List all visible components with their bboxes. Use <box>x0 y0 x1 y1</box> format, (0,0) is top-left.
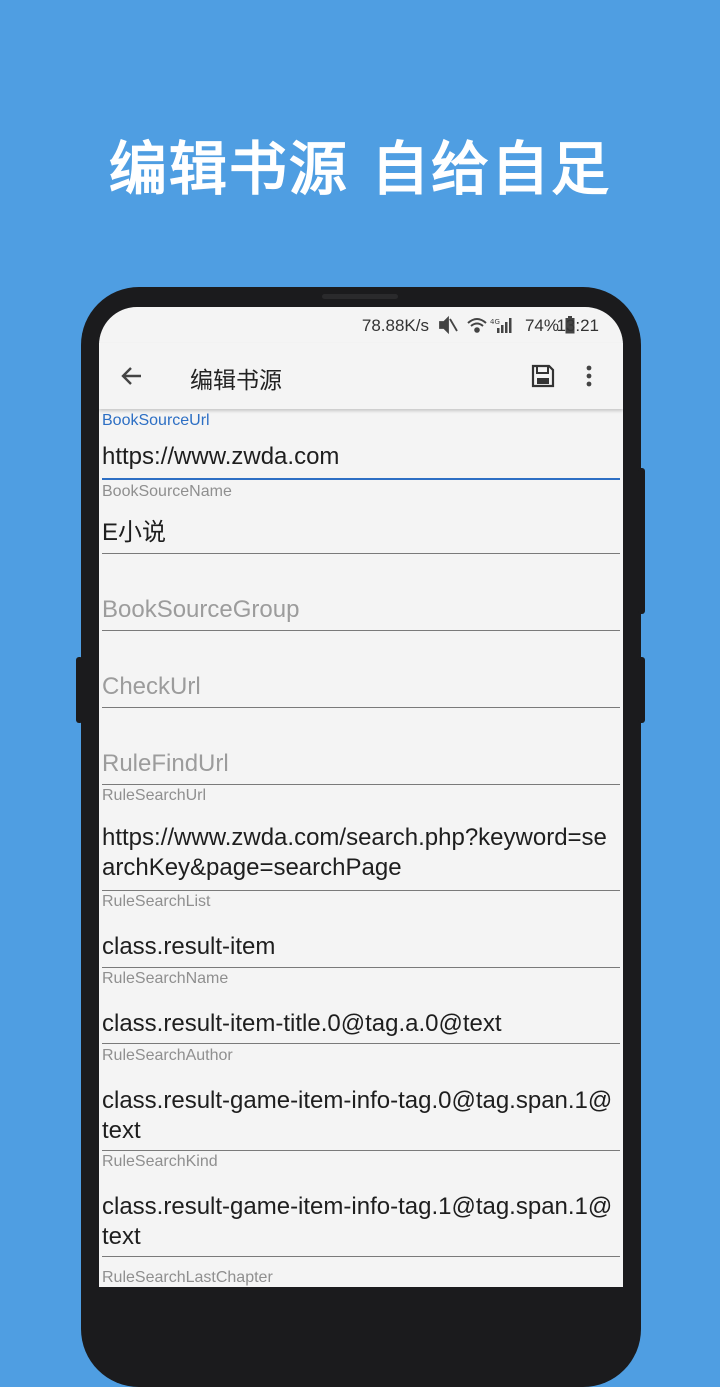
field-label: RuleSearchList <box>102 893 211 910</box>
phone-top-speaker <box>322 294 398 299</box>
more-vert-icon[interactable] <box>585 363 593 393</box>
field-value[interactable]: class.result-game-item-info-tag.0@tag.sp… <box>102 1086 617 1146</box>
field-placeholder[interactable]: BookSourceGroup <box>102 596 299 624</box>
book-source-group-field[interactable]: BookSourceGroup <box>102 553 620 631</box>
save-icon[interactable] <box>530 363 556 393</box>
back-arrow-icon[interactable] <box>119 363 145 393</box>
rule-search-author-field[interactable]: RuleSearchAuthor class.result-game-item-… <box>102 1044 620 1151</box>
app-screen: 78.88K/s 4G 74% 13:21 编辑书源 BookSourceUrl… <box>99 307 623 1287</box>
field-label: RuleSearchUrl <box>102 787 207 804</box>
field-label: BookSourceUrl <box>102 412 210 429</box>
field-value[interactable]: https://www.zwda.com/search.php?keyword=… <box>102 823 617 883</box>
rule-search-url-field[interactable]: RuleSearchUrl https://www.zwda.com/searc… <box>102 784 620 891</box>
signal-icon: 4G <box>490 318 512 333</box>
field-placeholder[interactable]: CheckUrl <box>102 673 201 701</box>
field-label: BookSourceName <box>102 483 232 500</box>
rule-search-last-chapter-field[interactable]: RuleSearchLastChapter <box>102 1257 620 1287</box>
net-speed: 78.88K/s <box>361 316 429 335</box>
book-source-name-field[interactable]: BookSourceName E小说 <box>102 480 620 554</box>
field-value[interactable]: class.result-item-title.0@tag.a.0@text <box>102 1009 617 1039</box>
check-url-field[interactable]: CheckUrl <box>102 630 620 708</box>
field-label: RuleSearchName <box>102 970 229 987</box>
field-placeholder[interactable]: RuleFindUrl <box>102 750 229 778</box>
rule-search-list-field[interactable]: RuleSearchList class.result-item <box>102 890 620 968</box>
status-clock: 13:21 <box>556 316 599 335</box>
field-value[interactable]: https://www.zwda.com <box>102 442 617 472</box>
field-value[interactable]: E小说 <box>102 518 617 548</box>
rule-search-name-field[interactable]: RuleSearchName class.result-item-title.0… <box>102 967 620 1044</box>
field-label: RuleSearchKind <box>102 1153 218 1170</box>
field-label: RuleSearchLastChapter <box>102 1269 273 1286</box>
field-value[interactable]: class.result-game-item-info-tag.1@tag.sp… <box>102 1192 617 1252</box>
status-bar: 78.88K/s 4G 74% 13:21 <box>99 307 623 343</box>
app-toolbar: 编辑书源 <box>99 343 623 409</box>
book-source-url-field[interactable]: BookSourceUrl https://www.zwda.com <box>102 409 620 480</box>
phone-side-button <box>638 657 645 723</box>
rule-search-kind-field[interactable]: RuleSearchKind class.result-game-item-in… <box>102 1150 620 1257</box>
mute-icon <box>439 315 458 335</box>
field-value[interactable]: class.result-item <box>102 932 617 962</box>
toolbar-title: 编辑书源 <box>190 367 282 393</box>
rule-find-url-field[interactable]: RuleFindUrl <box>102 707 620 785</box>
field-label: RuleSearchAuthor <box>102 1047 233 1064</box>
promo-headline: 编辑书源 自给自足 <box>108 135 612 203</box>
phone-power-button <box>638 468 645 614</box>
svg-text:4G: 4G <box>490 318 500 326</box>
battery-percent: 74% <box>524 316 559 335</box>
wifi-icon <box>467 318 487 333</box>
phone-volume-button <box>76 657 83 723</box>
